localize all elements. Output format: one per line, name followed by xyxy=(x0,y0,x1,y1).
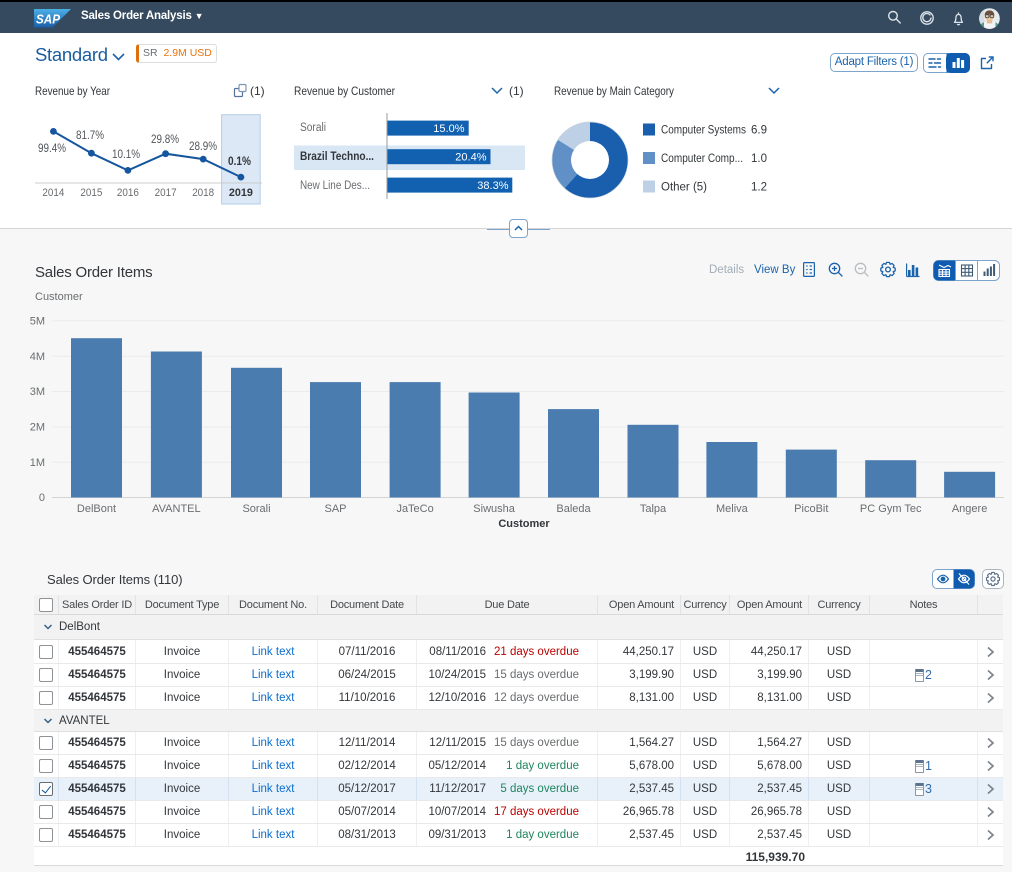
svg-text:New Line Des...: New Line Des... xyxy=(300,180,370,192)
svg-text:(1): (1) xyxy=(509,84,524,98)
svg-text:SAP: SAP xyxy=(36,13,61,27)
svg-text:20.4%: 20.4% xyxy=(455,152,486,164)
svg-text:2018: 2018 xyxy=(192,187,214,199)
svg-text:Siwusha: Siwusha xyxy=(473,503,515,515)
svg-text:Baleda: Baleda xyxy=(556,503,591,515)
svg-text:2016: 2016 xyxy=(117,187,139,199)
svg-text:Computer Comp...: Computer Comp... xyxy=(661,153,743,165)
svg-text:15.0%: 15.0% xyxy=(433,123,464,135)
svg-text:1M: 1M xyxy=(30,457,45,469)
svg-text:4M: 4M xyxy=(30,351,45,363)
svg-text:81.7%: 81.7% xyxy=(76,130,104,142)
svg-text:Revenue by Main Category: Revenue by Main Category xyxy=(554,84,674,98)
svg-text:28.9%: 28.9% xyxy=(189,141,217,153)
svg-text:29.8%: 29.8% xyxy=(151,134,179,146)
svg-text:2015: 2015 xyxy=(80,187,102,199)
svg-text:2014: 2014 xyxy=(42,187,64,199)
svg-text:Other (5): Other (5) xyxy=(661,182,707,194)
svg-text:Brazil Techno...: Brazil Techno... xyxy=(300,151,374,163)
svg-text:Talpa: Talpa xyxy=(640,503,667,515)
svg-text:6.9: 6.9 xyxy=(751,125,767,137)
svg-text:Customer: Customer xyxy=(498,518,550,530)
svg-text:1.0: 1.0 xyxy=(751,153,767,165)
svg-text:3M: 3M xyxy=(30,386,45,398)
svg-text:0: 0 xyxy=(39,492,45,504)
svg-text:Revenue by Year: Revenue by Year xyxy=(35,84,110,98)
svg-text:PicoBit: PicoBit xyxy=(794,503,828,515)
svg-text:(1): (1) xyxy=(250,84,265,98)
svg-text:SAP: SAP xyxy=(324,503,346,515)
svg-text:Sorali: Sorali xyxy=(242,503,270,515)
svg-text:Revenue by Customer: Revenue by Customer xyxy=(294,84,395,98)
svg-text:1.2: 1.2 xyxy=(751,182,767,194)
svg-text:Computer Systems: Computer Systems xyxy=(661,125,746,137)
svg-text:0.1%: 0.1% xyxy=(228,156,251,168)
svg-text:2017: 2017 xyxy=(155,187,177,199)
svg-text:2019: 2019 xyxy=(229,187,253,199)
svg-text:Sorali: Sorali xyxy=(300,122,326,134)
svg-text:99.4%: 99.4% xyxy=(38,143,66,155)
svg-text:38.3%: 38.3% xyxy=(477,180,508,192)
svg-text:PC Gym Tec: PC Gym Tec xyxy=(860,503,922,515)
svg-text:Angere: Angere xyxy=(952,503,987,515)
svg-text:10.1%: 10.1% xyxy=(112,149,140,161)
svg-text:5M: 5M xyxy=(30,316,45,328)
svg-text:Meliva: Meliva xyxy=(716,503,749,515)
svg-text:JaTeCo: JaTeCo xyxy=(396,503,433,515)
svg-text:2M: 2M xyxy=(30,422,45,434)
svg-text:AVANTEL: AVANTEL xyxy=(152,503,201,515)
svg-text:DelBont: DelBont xyxy=(77,503,116,515)
